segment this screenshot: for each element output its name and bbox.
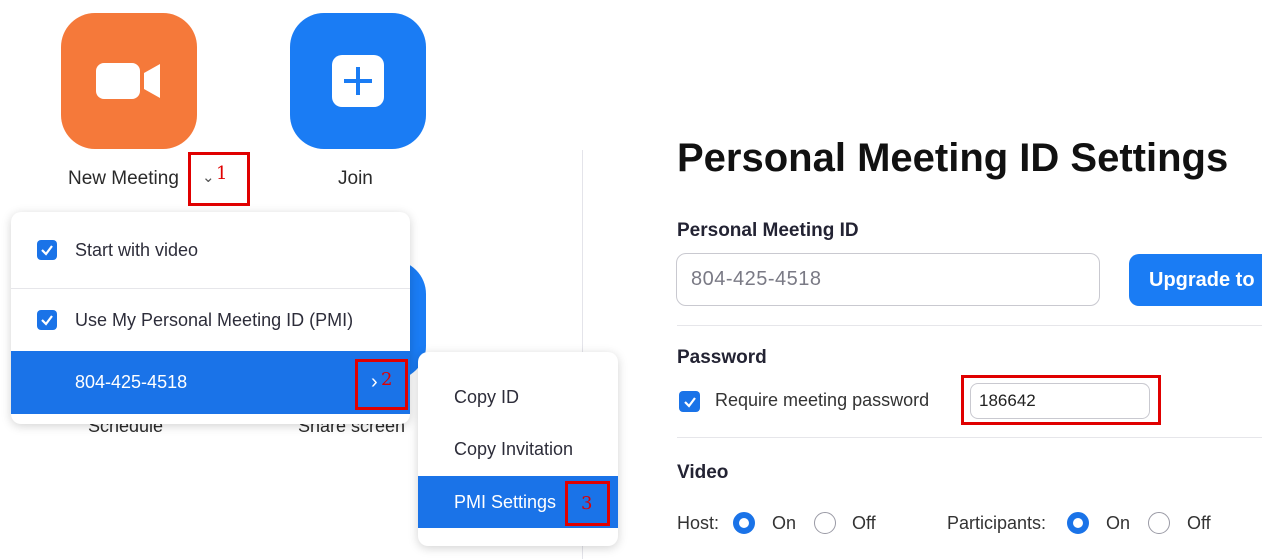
participants-off-label: Off	[1187, 513, 1211, 533]
checkbox-icon[interactable]	[37, 310, 57, 330]
menu-item-label: Copy Invitation	[454, 438, 574, 459]
pmi-input[interactable]: 804-425-4518	[676, 253, 1100, 306]
join-label: Join	[338, 168, 373, 189]
participants-off-radio[interactable]	[1148, 512, 1170, 534]
annotation-number: 2	[381, 369, 393, 390]
highlight-box	[961, 375, 1161, 425]
video-section-label: Video	[677, 462, 729, 483]
plus-icon	[332, 55, 384, 107]
new-meeting-menu: Start with video Use My Personal Meeting…	[11, 212, 410, 424]
join-button[interactable]	[290, 13, 426, 149]
pmi-input-value: 804-425-4518	[691, 268, 822, 290]
participants-on-radio[interactable]	[1067, 512, 1089, 534]
copy-invitation-item[interactable]: Copy Invitation	[418, 424, 618, 474]
host-label: Host:	[677, 513, 720, 533]
pmi-section-label: Personal Meeting ID	[677, 220, 859, 241]
section-divider	[677, 325, 1262, 326]
pmi-number-item[interactable]: 804-425-4518 ›	[11, 351, 410, 414]
page-title: Personal Meeting ID Settings	[677, 136, 1229, 180]
new-meeting-label: New Meeting	[68, 168, 179, 189]
upgrade-button[interactable]: Upgrade to	[1129, 254, 1262, 306]
menu-item-label: PMI Settings	[454, 491, 557, 512]
menu-item-label: Use My Personal Meeting ID (PMI)	[75, 309, 354, 330]
menu-item-label: Start with video	[75, 239, 199, 260]
use-pmi-item[interactable]: Use My Personal Meeting ID (PMI)	[11, 289, 410, 351]
start-with-video-item[interactable]: Start with video	[11, 212, 410, 288]
checkbox-icon[interactable]	[679, 391, 700, 412]
copy-id-item[interactable]: Copy ID	[418, 372, 618, 422]
host-on-radio[interactable]	[733, 512, 755, 534]
host-off-label: Off	[852, 513, 876, 533]
annotation-number: 3	[581, 493, 593, 514]
require-password-label: Require meeting password	[715, 390, 930, 410]
pmi-number-label: 804-425-4518	[75, 372, 188, 392]
participants-label: Participants:	[947, 513, 1047, 533]
checkbox-icon[interactable]	[37, 240, 57, 260]
participants-on-label: On	[1106, 513, 1131, 533]
host-on-label: On	[772, 513, 797, 533]
section-divider	[677, 437, 1262, 438]
host-off-radio[interactable]	[814, 512, 836, 534]
annotation-number: 1	[216, 163, 228, 184]
menu-item-label: Copy ID	[454, 386, 520, 407]
password-section-label: Password	[677, 347, 767, 368]
video-camera-icon	[96, 63, 160, 99]
new-meeting-button[interactable]	[61, 13, 197, 149]
